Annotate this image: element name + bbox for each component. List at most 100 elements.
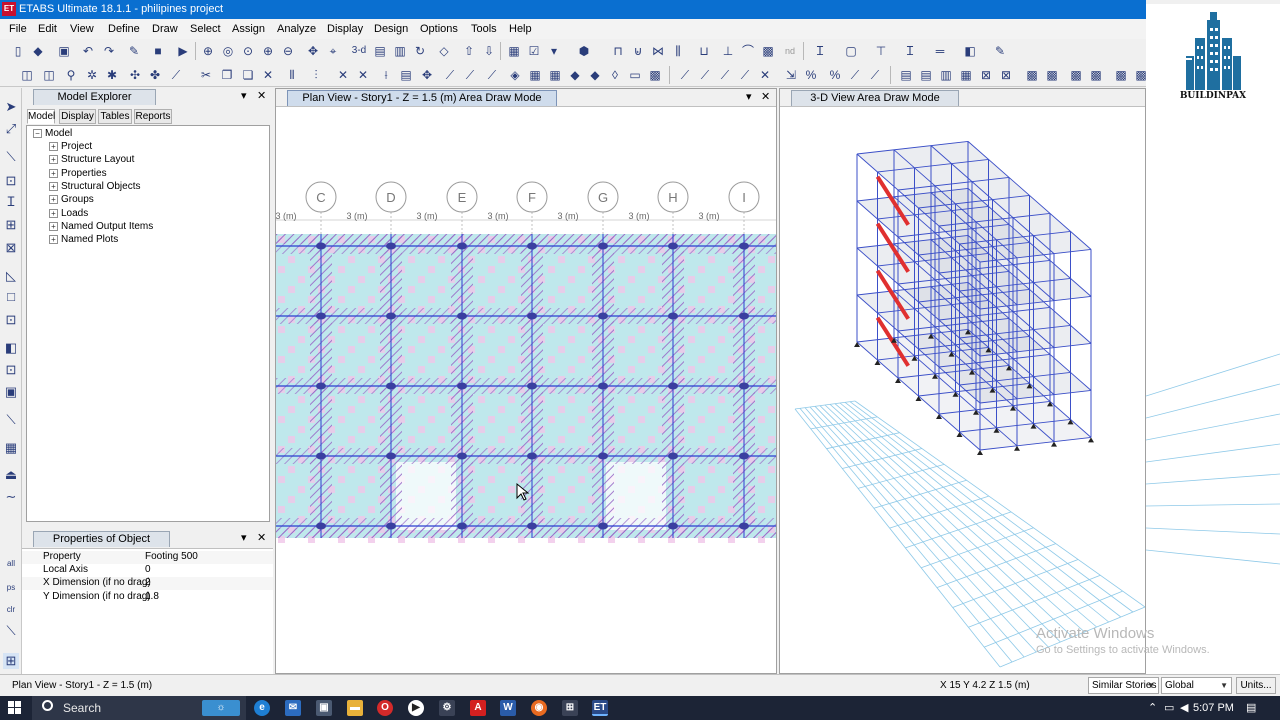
expand-icon[interactable]: + <box>49 195 58 204</box>
zoom-in-icon[interactable]: ⊕ <box>260 43 276 59</box>
menu-edit[interactable]: Edit <box>38 23 57 35</box>
object-shrink-icon[interactable]: ▦ <box>506 43 522 59</box>
column-node[interactable] <box>668 452 678 460</box>
area-deck-icon[interactable]: ▭ <box>627 67 643 83</box>
zoom-restore-icon[interactable]: ◎ <box>220 43 236 59</box>
design5-icon[interactable]: ▩ <box>1113 67 1129 83</box>
previous-selection-button[interactable]: ps <box>3 580 19 596</box>
column-node[interactable] <box>668 312 678 320</box>
draw-link-icon[interactable]: ◫ <box>41 67 57 83</box>
support-node[interactable] <box>1014 445 1020 451</box>
perspective-icon[interactable]: ◇ <box>436 43 452 59</box>
assign-load-icon[interactable]: ✣ <box>127 67 143 83</box>
column-node[interactable] <box>386 382 396 390</box>
column-node[interactable] <box>316 452 326 460</box>
new-model-icon[interactable]: ▯ <box>10 43 26 59</box>
quick-x-icon[interactable]: ✕ <box>757 67 773 83</box>
column-node[interactable] <box>668 242 678 250</box>
view-dropdown-icon[interactable]: ▾ <box>746 90 752 103</box>
mesh-icon[interactable]: ⊠ <box>978 67 994 83</box>
column-node[interactable] <box>457 312 467 320</box>
column-node[interactable] <box>668 382 678 390</box>
quick-percent-icon[interactable]: % <box>803 67 819 83</box>
brace-icon[interactable]: ⋈ <box>650 43 666 59</box>
draw-dimension-icon[interactable]: ⟍ <box>3 412 19 428</box>
file-explorer-icon[interactable]: ▬ <box>347 700 363 716</box>
column-node[interactable] <box>598 242 608 250</box>
tab-display[interactable]: Display <box>59 109 96 124</box>
column-node[interactable] <box>527 242 537 250</box>
column-node[interactable] <box>739 522 749 530</box>
paste-icon[interactable]: ❏ <box>240 67 256 83</box>
wall-stack-icon[interactable]: ▥ <box>938 67 954 83</box>
column-node[interactable] <box>316 382 326 390</box>
rotate-3d-icon[interactable]: ↻ <box>412 43 428 59</box>
column-node[interactable] <box>527 452 537 460</box>
menu-assign[interactable]: Assign <box>232 23 265 35</box>
menu-file[interactable]: File <box>9 23 27 35</box>
tree-item-groups[interactable]: + Groups <box>49 194 94 205</box>
opera-icon[interactable]: O <box>377 700 393 716</box>
weather-widget-icon[interactable]: ☼ <box>202 700 240 716</box>
tray-chevron-icon[interactable]: ⌃ <box>1148 701 1157 714</box>
tab-model[interactable]: Model <box>27 109 55 124</box>
column-section-dropdown[interactable]: Ｉ <box>812 43 828 59</box>
column-node[interactable] <box>598 452 608 460</box>
3d-view-window[interactable]: 3-D View Area Draw Mode <box>779 88 1146 674</box>
3d-view-extension[interactable] <box>1145 106 1280 674</box>
panel-close-icon[interactable]: ✕ <box>257 531 266 544</box>
intersect-icon[interactable]: ⟍ <box>3 623 19 639</box>
arch-icon[interactable]: ⌒ <box>740 43 756 59</box>
column-node[interactable] <box>386 522 396 530</box>
view-3d-button[interactable]: 3-d <box>349 43 369 59</box>
tree-item-properties[interactable]: + Properties <box>49 168 107 179</box>
column-node[interactable] <box>739 452 749 460</box>
tab-tables[interactable]: Tables <box>98 109 132 124</box>
menu-options[interactable]: Options <box>420 23 458 35</box>
firefox-icon[interactable]: ◉ <box>531 700 547 716</box>
column-node[interactable] <box>316 242 326 250</box>
autocad-icon[interactable]: A <box>470 700 486 716</box>
tree-item-named-plots[interactable]: + Named Plots <box>49 234 118 245</box>
paint-dropdown[interactable]: ✎ <box>992 43 1008 59</box>
column-node[interactable] <box>739 382 749 390</box>
property-row[interactable]: Y Dimension (if no drag) 1.8 <box>22 591 273 604</box>
settings-gear-icon[interactable]: ⚙ <box>439 700 455 716</box>
pointer-icon[interactable]: ➤ <box>3 99 19 115</box>
property-row[interactable]: Property Footing 500 <box>22 551 273 564</box>
move-up-icon[interactable]: ⇧ <box>461 43 477 59</box>
lock-icon[interactable]: ■ <box>150 43 166 59</box>
column-node[interactable] <box>316 522 326 530</box>
area-wall-icon[interactable]: ◆ <box>587 67 603 83</box>
column-node[interactable] <box>668 522 678 530</box>
expand-icon[interactable]: + <box>49 209 58 218</box>
run-analysis-icon[interactable]: ▶ <box>175 43 191 59</box>
assign-pattern-icon[interactable]: ⟋ <box>168 67 184 83</box>
edit-line2-icon[interactable]: ⟋ <box>462 67 478 83</box>
move-icon[interactable]: ✥ <box>419 67 435 83</box>
wall-icon[interactable]: ⊔ <box>696 43 712 59</box>
extrude-icon[interactable]: ⟊ <box>378 67 394 83</box>
frame-icon[interactable]: ⊓ <box>610 43 626 59</box>
undo-icon[interactable]: ↶ <box>80 43 96 59</box>
select-all-button[interactable]: all <box>3 556 19 572</box>
network-icon[interactable]: ▭ <box>1164 701 1174 714</box>
expand-icon[interactable]: + <box>49 169 58 178</box>
edit-line-icon[interactable]: ⟋ <box>442 67 458 83</box>
3d-canvas[interactable] <box>780 107 1145 673</box>
area-slab-icon[interactable]: ◆ <box>567 67 583 83</box>
stair-icon[interactable]: ▤ <box>898 67 914 83</box>
plan-canvas[interactable]: C D E F G H I 3 (m) 3 (m) 3 (m) 3 (m) 3 (m) 3 (m) 3 … <box>276 107 776 673</box>
plan-view-icon[interactable]: ▤ <box>372 43 388 59</box>
draw-wall-icon[interactable]: ◧ <box>3 340 19 356</box>
draw-footing-icon[interactable]: ▣ <box>3 384 19 400</box>
cable-icon[interactable]: ⊌ <box>630 43 646 59</box>
panel-dropdown-icon[interactable]: ▾ <box>241 89 247 102</box>
column-node[interactable] <box>527 382 537 390</box>
support-icon[interactable]: ⊥ <box>720 43 736 59</box>
edit-line3-icon[interactable]: ⟋ <box>484 67 500 83</box>
design2-icon[interactable]: ▩ <box>1044 67 1060 83</box>
tee-section-dropdown[interactable]: ⊤ <box>873 43 889 59</box>
grey-tool-icon[interactable]: ▩ <box>760 43 776 59</box>
draw-opening-icon[interactable]: ⊡ <box>3 362 19 378</box>
